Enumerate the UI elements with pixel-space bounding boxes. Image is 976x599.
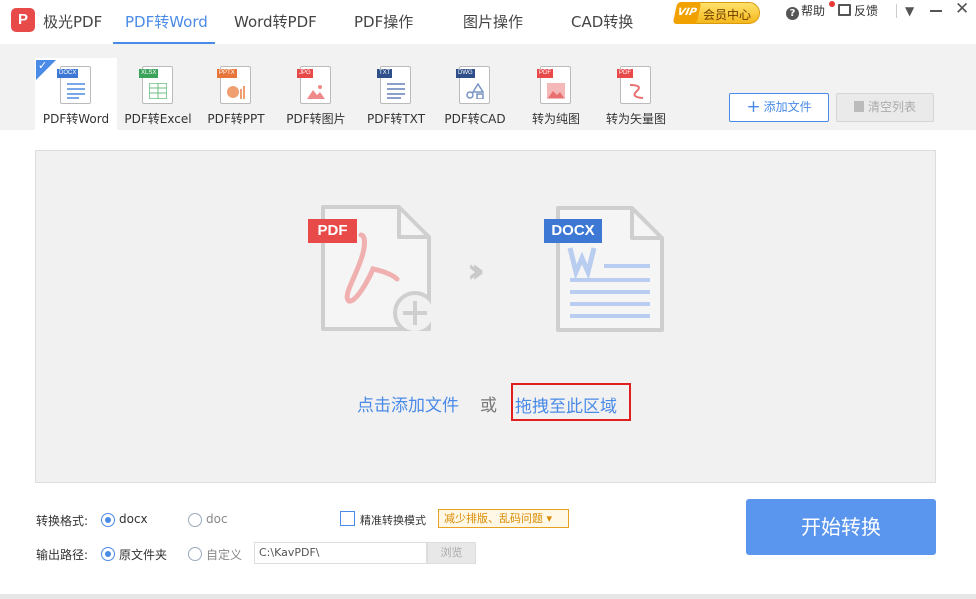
- output-custom-label[interactable]: 自定义: [206, 546, 242, 563]
- tool-pdf-to-excel[interactable]: XLSX PDF转Excel: [117, 58, 199, 130]
- member-center-label: 会员中心: [703, 8, 752, 22]
- feedback-icon: [838, 4, 851, 16]
- pdf-image-file-icon: PDF: [537, 66, 571, 104]
- start-convert-button[interactable]: 开始转换: [746, 499, 936, 555]
- chevron-down-icon: ▾: [546, 512, 553, 525]
- tool-label: PDF转CAD: [444, 112, 506, 126]
- jpg-file-icon: JPG: [297, 66, 331, 104]
- tool-label: PDF转图片: [286, 112, 346, 126]
- add-file-label: 添加文件: [763, 100, 812, 114]
- output-original-folder-radio[interactable]: [101, 547, 115, 561]
- tool-label: 转为纯图: [531, 112, 580, 126]
- double-arrow-icon: ››: [467, 251, 485, 291]
- tool-label: PDF转PPT: [207, 112, 265, 126]
- help-label: 帮助: [801, 4, 826, 18]
- feedback-button[interactable]: 反馈: [838, 2, 878, 19]
- minimize-icon[interactable]: [930, 2, 942, 16]
- tool-label: 转为矢量图: [605, 112, 666, 126]
- tab-word-to-pdf[interactable]: Word转PDF: [234, 11, 317, 32]
- or-text: 或: [480, 396, 497, 416]
- tip-label: 减少排版、乱码问题: [444, 512, 543, 525]
- tool-label: PDF转Excel: [124, 112, 192, 126]
- xlsx-file-icon: XLSX: [139, 66, 173, 104]
- app-name: 极光PDF: [43, 13, 103, 31]
- format-docx-label[interactable]: docx: [119, 512, 148, 526]
- tool-label: PDF转TXT: [366, 112, 426, 126]
- vip-badge-icon: VIP: [672, 2, 702, 24]
- pptx-file-icon: PPTX: [217, 66, 251, 104]
- drag-here-text: 拖拽至此区域: [511, 383, 631, 421]
- tool-pdf-to-txt[interactable]: TXT PDF转TXT: [355, 58, 437, 130]
- docx-tag: DOCX: [544, 219, 602, 243]
- clear-list-label: 清空列表: [867, 100, 916, 114]
- notification-dot: [829, 1, 835, 7]
- tool-pdf-to-cad[interactable]: DWG PDF转CAD: [434, 58, 516, 130]
- browse-button[interactable]: 浏览: [427, 542, 476, 564]
- tool-to-pure-image[interactable]: PDF 转为纯图: [515, 58, 597, 130]
- tool-pdf-to-ppt[interactable]: PPTX PDF转PPT: [195, 58, 277, 130]
- title-bar: P 极光PDF PDF转Word Word转PDF PDF操作 图片操作 CAD…: [0, 0, 976, 44]
- format-doc-label[interactable]: doc: [206, 512, 228, 526]
- output-path-label: 输出路径:: [36, 548, 89, 562]
- docx-file-icon: DOCX: [57, 66, 91, 104]
- clear-list-button[interactable]: 清空列表: [836, 93, 934, 122]
- member-center-button[interactable]: VIP 会员中心: [672, 2, 760, 24]
- trash-icon: [853, 101, 864, 112]
- format-label: 转换格式:: [36, 514, 89, 528]
- menu-dropdown-icon[interactable]: ▼: [905, 4, 914, 18]
- format-docx-radio[interactable]: [101, 513, 115, 527]
- dwg-file-icon: DWG: [456, 66, 490, 104]
- check-icon: ✓: [38, 59, 48, 72]
- app-window: P 极光PDF PDF转Word Word转PDF PDF操作 图片操作 CAD…: [0, 0, 976, 599]
- output-custom-radio[interactable]: [188, 547, 202, 561]
- tab-pdf-to-word[interactable]: PDF转Word: [125, 11, 208, 32]
- close-icon[interactable]: ✕: [955, 1, 969, 18]
- tab-image-operations[interactable]: 图片操作: [463, 11, 523, 32]
- feedback-label: 反馈: [854, 4, 879, 18]
- tool-label: PDF转Word: [42, 112, 110, 126]
- tool-to-vector[interactable]: PDF 转为矢量图: [595, 58, 677, 130]
- app-logo-icon: P: [11, 8, 35, 32]
- output-original-folder-label[interactable]: 原文件夹: [119, 546, 167, 563]
- output-path-field[interactable]: C:\KavPDF\: [254, 542, 427, 564]
- file-drop-area[interactable]: PDF ›› DOCX 点击添加文件 或 拖拽至此区域: [35, 150, 936, 483]
- precise-mode-checkbox[interactable]: [340, 511, 355, 526]
- pdf-tag: PDF: [308, 219, 357, 243]
- help-button[interactable]: ? 帮助: [786, 2, 825, 20]
- add-file-button[interactable]: + 添加文件: [729, 93, 829, 122]
- plus-icon: +: [746, 97, 761, 117]
- txt-file-icon: TXT: [377, 66, 411, 104]
- divider: [896, 4, 897, 18]
- conversion-toolbar: DOCX PDF转Word XLSX PDF转Excel PPTX PDF转PP…: [0, 44, 976, 130]
- tool-pdf-to-image[interactable]: JPG PDF转图片: [275, 58, 357, 130]
- pdf-vector-file-icon: PDF: [617, 66, 651, 104]
- tip-dropdown[interactable]: 减少排版、乱码问题 ▾: [438, 509, 569, 528]
- format-doc-radio[interactable]: [188, 513, 202, 527]
- tab-cad-convert[interactable]: CAD转换: [571, 11, 633, 32]
- tab-pdf-operations[interactable]: PDF操作: [354, 11, 413, 32]
- precise-mode-label[interactable]: 精准转换模式: [360, 512, 426, 528]
- bottom-border: [0, 594, 976, 599]
- click-add-file-link[interactable]: 点击添加文件: [357, 391, 459, 416]
- help-icon: ?: [786, 7, 799, 20]
